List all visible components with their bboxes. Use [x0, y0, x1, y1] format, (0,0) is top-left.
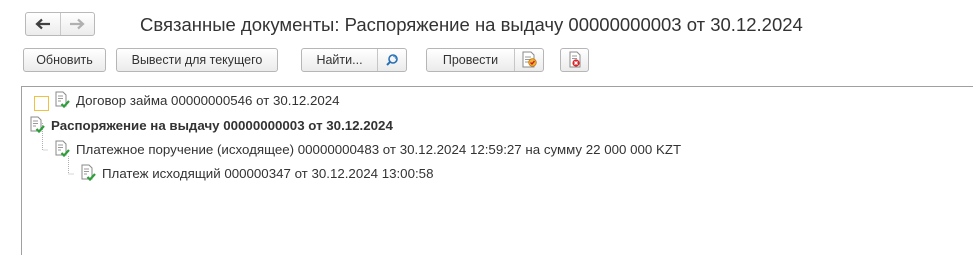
document-posted-icon: [55, 140, 70, 158]
post-button-label: Провести: [442, 53, 499, 67]
tree-item[interactable]: Платежное поручение (исходящее) 00000000…: [53, 138, 681, 160]
tree-item[interactable]: Договор займа 00000000546 от 30.12.2024: [53, 89, 340, 111]
find-button-label: Найти...: [316, 53, 363, 67]
tree-item-label: Договор займа 00000000546 от 30.12.2024: [76, 92, 340, 108]
post-button-group: Провести: [426, 48, 544, 72]
document-posted-icon: [55, 91, 70, 109]
search-refresh-icon: [386, 54, 398, 66]
tree-item-label: Платеж исходящий 000000347 от 30.12.2024…: [102, 165, 434, 181]
refresh-button-label: Обновить: [36, 53, 93, 67]
unpost-button[interactable]: [560, 48, 589, 72]
document-posted-icon: [30, 116, 45, 134]
refresh-button[interactable]: Обновить: [23, 48, 106, 72]
find-button[interactable]: Найти...: [302, 49, 377, 71]
tree-item-label: Платежное поручение (исходящее) 00000000…: [76, 141, 682, 157]
tree-item-label: Распоряжение на выдачу 00000000003 от 30…: [51, 117, 393, 133]
back-button[interactable]: [26, 13, 60, 35]
post-document-icon: [522, 51, 537, 68]
arrow-left-icon: [35, 18, 50, 30]
navigation-buttons: [25, 12, 95, 36]
show-current-button-label: Вывести для текущего: [131, 53, 263, 67]
related-documents-tree[interactable]: Договор займа 00000000546 от 30.12.2024 …: [21, 86, 973, 255]
document-posted-icon: [81, 164, 96, 182]
arrow-right-icon: [70, 18, 86, 30]
tree-item-current[interactable]: Распоряжение на выдачу 00000000003 от 30…: [28, 114, 393, 136]
forward-button[interactable]: [59, 13, 94, 35]
post-icon-button[interactable]: [514, 49, 543, 71]
find-button-group: Найти...: [301, 48, 407, 72]
find-refresh-button[interactable]: [377, 49, 406, 71]
tree-item[interactable]: Платеж исходящий 000000347 от 30.12.2024…: [79, 162, 433, 184]
page-title: Связанные документы: Распоряжение на выд…: [140, 14, 803, 35]
unpost-document-icon: [569, 51, 580, 68]
post-button[interactable]: Провести: [427, 49, 514, 71]
show-current-button[interactable]: Вывести для текущего: [116, 48, 278, 72]
